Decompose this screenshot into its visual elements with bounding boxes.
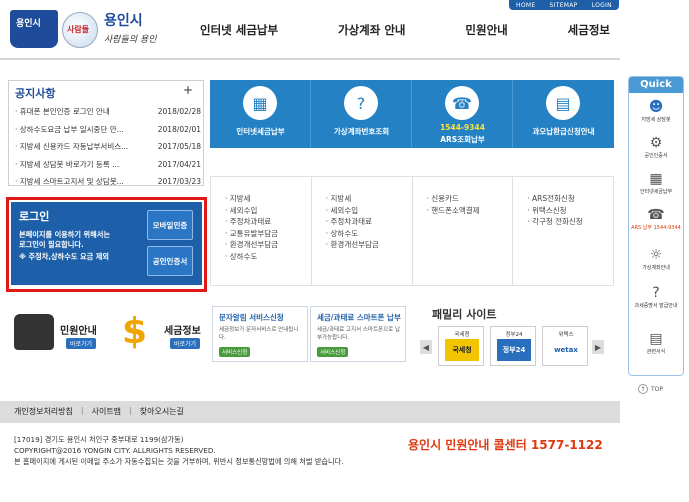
family-site-title: 패밀리 사이트 [432, 308, 497, 321]
refund-button[interactable]: ▤ 과오납환급신청안내 [513, 80, 614, 148]
family-site-gov24[interactable]: 정부24 정부24 [490, 326, 536, 366]
quick-forms[interactable]: ▤ 관련서식 [629, 329, 683, 356]
nav-civil[interactable]: 민원안내 [465, 22, 507, 42]
question-icon: ? [344, 86, 378, 120]
quick-menu: Quick ☻ 지방세 상담봇 ⚙ 공인인증서 ▦ 인터넷세금납부 ☎ ARS … [628, 76, 684, 376]
notice-item[interactable]: · 지방세 스마트고지서 및 상담봇... 2017/03/23 [15, 173, 201, 191]
chart-icon: ▦ [243, 86, 277, 120]
telephone-icon [14, 314, 54, 350]
privacy-link[interactable]: 개인정보처리방침 [14, 406, 73, 417]
document-icon: ▤ [649, 331, 663, 347]
notice-item[interactable]: · 휴대폰 본인인증 로그인 안내 2018/02/28 [15, 103, 201, 121]
calculator-icon: ▦ [649, 171, 663, 187]
quick-certificate[interactable]: ⚙ 공인인증서 [629, 133, 683, 160]
quick-title: Quick [629, 77, 683, 93]
emblem-logo-icon: 사람들 [62, 12, 98, 48]
book-logo-icon: 용인시 [10, 10, 58, 48]
sitemap-link[interactable]: SITEMAP [550, 2, 578, 9]
family-next-icon[interactable]: ▶ [592, 340, 604, 354]
home-link[interactable]: HOME [516, 2, 535, 9]
payment-col-ars: · 신용카드 · 핸드폰소액결제 [411, 177, 513, 285]
tax-info-link[interactable]: $ 세금정보 바로가기 [118, 312, 208, 356]
payment-col-refund: · ARS전화신청 · 위택스신청 · 각구청 전화신청 [512, 177, 613, 285]
phone-icon: ☎ [647, 207, 665, 223]
civil-link[interactable]: 민원안내 바로가기 [14, 312, 104, 356]
site-logo[interactable]: 용인시 사람들 용인시 사람들의 용인 [8, 6, 168, 52]
sms-service-box[interactable]: 문자알림 서비스신청 세금정보가 문자서비스로 안내됩니다. 서비스신청 [212, 306, 308, 362]
login-description: 본페이지를 이용하기 위해서는 로그인이 필요합니다. ※ 주정차,상하수도 요… [19, 230, 110, 261]
question-icon: ? [652, 285, 660, 301]
tax-info-go-button[interactable]: 바로가기 [170, 338, 201, 349]
mobile-auth-button[interactable]: 모바일인증 [147, 210, 193, 240]
notice-item[interactable]: · 상하수도요금 납부 일시중단 안... 2018/02/01 [15, 121, 201, 139]
payment-col-virtual: · 지방세 · 세외수입 · 주정차과태료 · 상하수도 · 환경개선부담금 [310, 177, 412, 285]
cert-auth-button[interactable]: 공인인증서 [147, 246, 193, 276]
civil-go-button[interactable]: 바로가기 [66, 338, 97, 349]
virtual-account-button[interactable]: ? 가상계좌번호조회 [311, 80, 412, 148]
quick-chatbot[interactable]: ☻ 지방세 상담봇 [629, 97, 683, 124]
smartphone-pay-box[interactable]: 세금/과태료 스마트폰 납부 세금/과태료 고지서 스마트폰으로 납부가능합니다… [310, 306, 406, 362]
login-link[interactable]: LOGIN [592, 2, 612, 9]
family-site-wetax[interactable]: 위택스 wetax [542, 326, 588, 366]
clipboard-icon: ▤ [546, 86, 580, 120]
quick-ars[interactable]: ☎ ARS 납부 1544-9344 [629, 205, 683, 232]
logo-name: 용인시 [104, 13, 143, 29]
utility-bar: HOME SITEMAP LOGIN [509, 0, 619, 10]
nav-tax-info[interactable]: 세금정보 [568, 22, 610, 42]
payment-col-internet: · 지방세 · 세외수입 · 주정차과태료 · 교통유발부담금 · 환경개선부담… [210, 177, 311, 285]
footer-links: 개인정보처리방침 | 사이트맵 | 찾아오시는길 [14, 406, 184, 417]
ars-button[interactable]: ☎ 1544-9344 ARS조회납부 [412, 80, 513, 148]
chatbot-icon: ☻ [648, 99, 664, 115]
service-band: ▦ 인터넷세금납부 ? 가상계좌번호조회 ☎ 1544-9344 ARS조회납부… [210, 80, 614, 148]
quick-tax-cert[interactable]: ? 과세증명서 발급안내 [629, 283, 683, 310]
dollar-icon: $ [122, 311, 148, 352]
login-panel: 로그인 본페이지를 이용하기 위해서는 로그인이 필요합니다. ※ 주정차,상하… [6, 197, 207, 292]
notice-item[interactable]: · 지방세 상담봇 바로가기 등록 ... 2017/04/21 [15, 156, 201, 174]
main-nav: 인터넷 세금납부 가상계좌 안내 민원안내 세금정보 [200, 22, 610, 42]
nav-internet-tax[interactable]: 인터넷 세금납부 [200, 22, 278, 42]
certificate-icon: ⚙ [649, 135, 663, 151]
notice-list: · 휴대폰 본인인증 로그인 안내 2018/02/28 · 상하수도요금 납부 … [15, 103, 201, 191]
smartphone-apply-button[interactable]: 서비스신청 [317, 347, 349, 357]
login-box: 로그인 본페이지를 이용하기 위해서는 로그인이 필요합니다. ※ 주정차,상하… [11, 202, 202, 285]
notice-item[interactable]: · 지방세 신용카드 자동납부서비스... 2017/05/18 [15, 138, 201, 156]
nav-divider [0, 58, 620, 60]
top-button[interactable]: ↑ TOP [638, 384, 663, 394]
footer-address: [17019] 경기도 용인시 처인구 중부대로 1199(삼가동) COPYR… [14, 435, 344, 466]
nav-virtual-account[interactable]: 가상계좌 안내 [338, 22, 405, 42]
login-title: 로그인 [19, 210, 50, 223]
family-prev-icon[interactable]: ◀ [420, 340, 432, 354]
phone-icon: ☎ [445, 86, 479, 120]
sitemap-footer-link[interactable]: 사이트맵 [92, 406, 121, 417]
quick-virtual-account[interactable]: ☼ 가상계좌안내 [629, 245, 683, 272]
directions-link[interactable]: 찾아오시는길 [140, 406, 184, 417]
bulb-icon: ☼ [649, 247, 663, 263]
payment-lists: · 지방세 · 세외수입 · 주정차과태료 · 교통유발부담금 · 환경개선부담… [210, 176, 614, 286]
arrow-up-icon: ↑ [638, 384, 648, 394]
call-center: 용인시 민원안내 콜센터 1577-1122 [408, 438, 603, 452]
sms-apply-button[interactable]: 서비스신청 [219, 347, 251, 357]
notice-panel: 공지사항 + · 휴대폰 본인인증 로그인 안내 2018/02/28 · 상하수… [8, 80, 204, 186]
quick-internet-tax[interactable]: ▦ 인터넷세금납부 [629, 169, 683, 196]
family-site-nts[interactable]: 국세청 국세청 [438, 326, 484, 366]
notice-more-icon[interactable]: + [183, 83, 193, 97]
logo-slogan: 사람들의 용인 [104, 35, 157, 45]
internet-tax-button[interactable]: ▦ 인터넷세금납부 [210, 80, 311, 148]
notice-title: 공지사항 [15, 87, 56, 100]
